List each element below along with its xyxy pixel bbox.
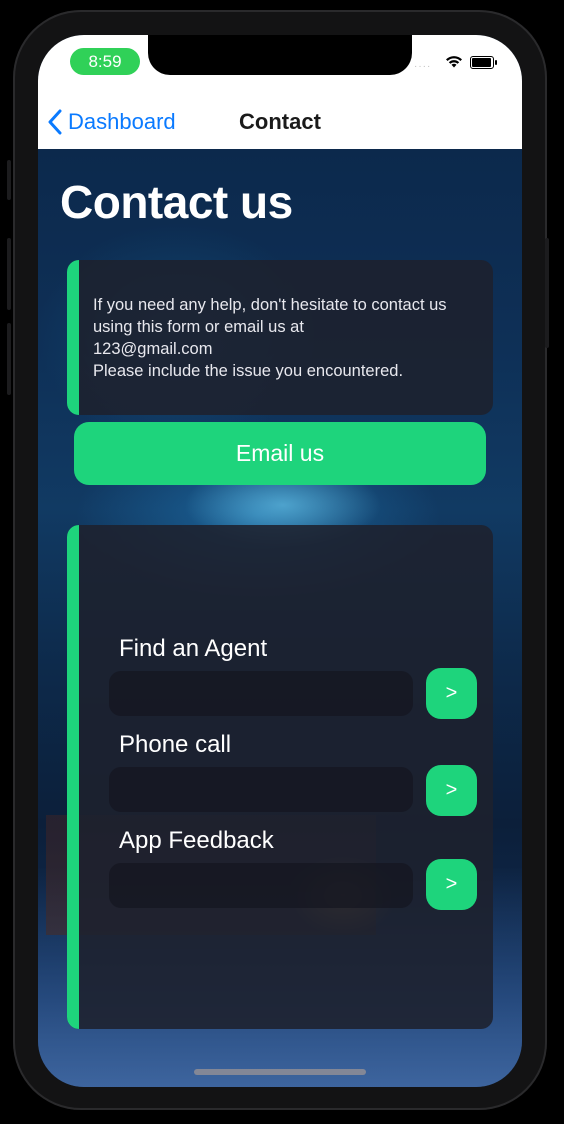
status-icons: ···· bbox=[414, 53, 504, 73]
wifi-icon bbox=[444, 53, 464, 74]
email-us-button[interactable]: Email us bbox=[74, 422, 486, 485]
find-agent-go-button[interactable]: > bbox=[426, 668, 477, 719]
contact-options-card: Find an Agent > Phone call > App Feedbac… bbox=[67, 525, 493, 1029]
card-accent-bar bbox=[67, 260, 79, 415]
page-title: Contact us bbox=[60, 176, 293, 228]
volume-up-button bbox=[7, 238, 11, 310]
volume-down-button bbox=[7, 323, 11, 395]
find-agent-label: Find an Agent bbox=[119, 635, 268, 662]
mute-switch bbox=[7, 160, 11, 200]
power-button bbox=[545, 238, 549, 348]
app-feedback-field[interactable] bbox=[109, 863, 413, 908]
home-indicator[interactable] bbox=[194, 1069, 366, 1075]
phone-call-go-button[interactable]: > bbox=[426, 765, 477, 816]
nav-title: Contact bbox=[239, 109, 321, 134]
info-card: If you need any help, don't hesitate to … bbox=[67, 260, 493, 415]
app-feedback-go-button[interactable]: > bbox=[426, 859, 477, 910]
phone-call-label: Phone call bbox=[119, 731, 232, 758]
phone-call-field[interactable] bbox=[109, 767, 413, 812]
screen: 8:59 ···· Dashboard Contact Contact us I… bbox=[38, 35, 522, 1087]
battery-icon bbox=[470, 56, 497, 69]
app-feedback-label: App Feedback bbox=[119, 827, 274, 854]
status-time: 8:59 bbox=[70, 48, 140, 75]
info-text: If you need any help, don't hesitate to … bbox=[93, 296, 447, 380]
cellular-signal: ···· bbox=[414, 61, 432, 72]
notch bbox=[148, 35, 412, 75]
find-agent-field[interactable] bbox=[109, 671, 413, 716]
card-accent-bar bbox=[67, 525, 79, 1029]
